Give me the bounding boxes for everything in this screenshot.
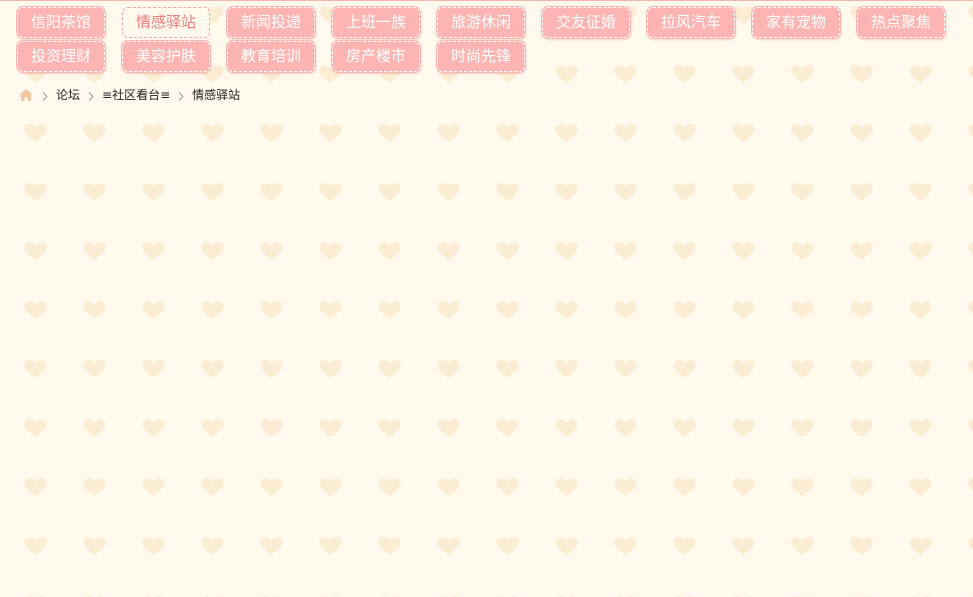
forum-nav: 信阳茶馆 情感驿站 新闻投递 上班一族 旅游休闲 交友征婚 拉风汽车 家有宠物 … <box>17 7 957 75</box>
nav-item-cars[interactable]: 拉风汽车 <box>647 7 735 38</box>
chevron-right-icon <box>42 90 48 101</box>
nav-item-emotion-station[interactable]: 情感驿站 <box>122 7 210 38</box>
breadcrumb: 论坛 ≡社区看台≡ 情感驿站 <box>18 86 240 103</box>
top-border-line <box>0 0 973 1</box>
nav-item-pets[interactable]: 家有宠物 <box>752 7 840 38</box>
breadcrumb-forum[interactable]: 论坛 <box>56 86 80 103</box>
nav-item-dating[interactable]: 交友征婚 <box>542 7 630 38</box>
nav-item-hot-topics[interactable]: 热点聚焦 <box>857 7 945 38</box>
nav-item-office-workers[interactable]: 上班一族 <box>332 7 420 38</box>
nav-item-investment[interactable]: 投资理财 <box>17 41 105 72</box>
forum-nav-row-2: 投资理财 美容护肤 教育培训 房产楼市 时尚先锋 <box>17 41 957 72</box>
nav-item-news-delivery[interactable]: 新闻投递 <box>227 7 315 38</box>
nav-item-xinyang-teahouse[interactable]: 信阳茶馆 <box>17 7 105 38</box>
nav-item-fashion[interactable]: 时尚先锋 <box>437 41 525 72</box>
breadcrumb-community[interactable]: ≡社区看台≡ <box>102 86 170 103</box>
nav-item-real-estate[interactable]: 房产楼市 <box>332 41 420 72</box>
breadcrumb-current: 情感驿站 <box>192 88 241 102</box>
nav-item-education[interactable]: 教育培训 <box>227 41 315 72</box>
chevron-right-icon <box>178 90 184 101</box>
nav-item-skincare[interactable]: 美容护肤 <box>122 41 210 72</box>
forum-nav-row-1: 信阳茶馆 情感驿站 新闻投递 上班一族 旅游休闲 交友征婚 拉风汽车 家有宠物 … <box>17 7 957 38</box>
chevron-right-icon <box>88 90 94 101</box>
nav-item-travel-leisure[interactable]: 旅游休闲 <box>437 7 525 38</box>
home-icon[interactable] <box>18 88 34 102</box>
